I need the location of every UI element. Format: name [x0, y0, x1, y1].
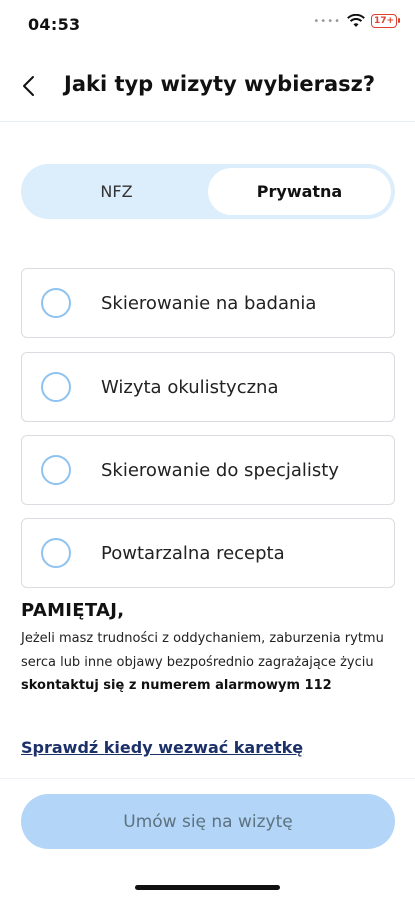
notice-title: PAMIĘTAJ,: [21, 600, 125, 621]
notice-body: Jeżeli masz trudności z oddychaniem, zab…: [21, 631, 384, 670]
battery-icon: 17+: [371, 14, 400, 28]
battery-level: 17+: [373, 16, 395, 26]
emergency-notice: PAMIĘTAJ, Jeżeli masz trudności z oddych…: [21, 600, 395, 697]
radio-button[interactable]: [41, 288, 71, 318]
option-skierowanie-na-badania[interactable]: Skierowanie na badania: [21, 268, 395, 338]
radio-button[interactable]: [41, 538, 71, 568]
book-visit-button[interactable]: Umów się na wizytę: [21, 794, 395, 849]
signal-dots-icon: ••••: [313, 15, 341, 27]
tab-prywatna[interactable]: Prywatna: [208, 168, 391, 215]
divider: [0, 778, 415, 779]
radio-button[interactable]: [41, 455, 71, 485]
wifi-icon: [347, 14, 365, 28]
status-time: 04:53: [28, 15, 81, 34]
ambulance-info-link[interactable]: Sprawdź kiedy wezwać karetkę: [21, 738, 303, 757]
notice-emergency-number: skontaktuj się z numerem alarmowym 112: [21, 678, 332, 693]
visit-type-toggle: NFZ Prywatna: [21, 164, 395, 219]
tab-nfz[interactable]: NFZ: [25, 168, 208, 215]
option-skierowanie-do-specjalisty[interactable]: Skierowanie do specjalisty: [21, 435, 395, 505]
chevron-left-icon: [23, 76, 34, 96]
back-button[interactable]: [14, 72, 42, 100]
radio-button[interactable]: [41, 372, 71, 402]
option-label: Powtarzalna recepta: [101, 542, 285, 564]
status-icons: •••• 17+: [313, 14, 400, 28]
header: Jaki typ wizyty wybierasz?: [0, 52, 415, 122]
option-label: Skierowanie do specjalisty: [101, 459, 339, 481]
option-wizyta-okulistyczna[interactable]: Wizyta okulistyczna: [21, 352, 395, 422]
home-indicator: [135, 885, 280, 890]
option-powtarzalna-recepta[interactable]: Powtarzalna recepta: [21, 518, 395, 588]
option-label: Skierowanie na badania: [101, 292, 317, 314]
option-label: Wizyta okulistyczna: [101, 376, 279, 398]
page-title: Jaki typ wizyty wybierasz?: [64, 72, 376, 96]
status-bar: 04:53 •••• 17+: [0, 0, 415, 52]
